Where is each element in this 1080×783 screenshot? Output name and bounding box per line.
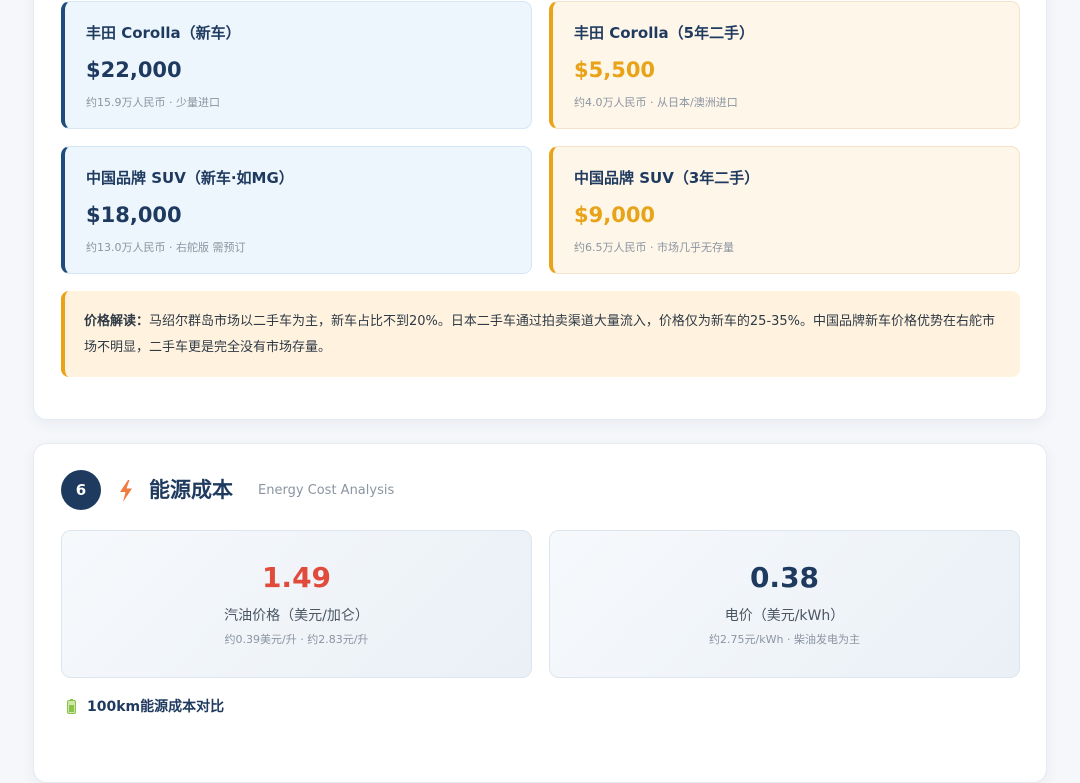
price-box-corolla-used: 丰田 Corolla（5年二手） $5,500 约4.0万人民币 · 从日本/澳…	[549, 1, 1020, 129]
price-title: 中国品牌 SUV（新车·如MG）	[86, 169, 294, 187]
section-header: 6 能源成本 Energy Cost Analysis	[61, 470, 661, 510]
gasoline-price-stat: 1.49 汽油价格（美元/加仑） 约0.39美元/升 · 约2.83元/升	[61, 530, 532, 678]
battery-icon	[67, 699, 76, 714]
price-note: 约13.0万人民币 · 右舵版 需预订	[86, 241, 246, 254]
stat-note: 约2.75元/kWh · 柴油发电为主	[709, 633, 860, 646]
stat-value: 0.38	[749, 561, 820, 594]
price-value: $22,000	[86, 58, 182, 82]
car-price-card: 丰田 Corolla（新车） $22,000 约15.9万人民币 · 少量进口 …	[33, 0, 1047, 420]
price-box-suv-used: 中国品牌 SUV（3年二手） $9,000 约6.5万人民币 · 市场几乎无存量	[549, 146, 1020, 274]
compare-title: 100km能源成本对比	[87, 699, 225, 715]
price-title: 丰田 Corolla（新车）	[86, 24, 241, 42]
price-value: $9,000	[574, 203, 656, 227]
electricity-price-stat: 0.38 电价（美元/kWh） 约2.75元/kWh · 柴油发电为主	[549, 530, 1020, 678]
price-note: 约4.0万人民币 · 从日本/澳洲进口	[574, 96, 738, 109]
price-interpretation-note: 价格解读：马绍尔群岛市场以二手车为主，新车占比不到20%。日本二手车通过拍卖渠道…	[61, 291, 1020, 377]
stat-value: 1.49	[261, 561, 332, 594]
price-title: 中国品牌 SUV（3年二手）	[574, 169, 760, 187]
note-label: 价格解读：	[84, 314, 150, 329]
lightning-icon	[120, 480, 132, 502]
price-note: 约6.5万人民币 · 市场几乎无存量	[574, 241, 734, 254]
stat-label: 汽油价格（美元/加仑）	[224, 608, 369, 624]
section-title: 能源成本	[149, 478, 233, 502]
price-value: $5,500	[574, 58, 656, 82]
section-subtitle: Energy Cost Analysis	[258, 483, 395, 498]
note-text: 马绍尔群岛市场以二手车为主，新车占比不到20%。日本二手车通过拍卖渠道大量流入，…	[84, 314, 996, 355]
price-value: $18,000	[86, 203, 182, 227]
section-number-badge: 6	[61, 470, 101, 510]
price-box-suv-new: 中国品牌 SUV（新车·如MG） $18,000 约13.0万人民币 · 右舵版…	[61, 146, 532, 274]
energy-cost-card: 6 能源成本 Energy Cost Analysis 1.49 汽油价格（美元…	[33, 443, 1047, 783]
price-title: 丰田 Corolla（5年二手）	[574, 24, 755, 42]
stat-note: 约0.39美元/升 · 约2.83元/升	[224, 633, 369, 646]
stat-label: 电价（美元/kWh）	[724, 608, 845, 624]
price-note: 约15.9万人民币 · 少量进口	[86, 96, 220, 109]
price-box-corolla-new: 丰田 Corolla（新车） $22,000 约15.9万人民币 · 少量进口	[61, 1, 532, 129]
